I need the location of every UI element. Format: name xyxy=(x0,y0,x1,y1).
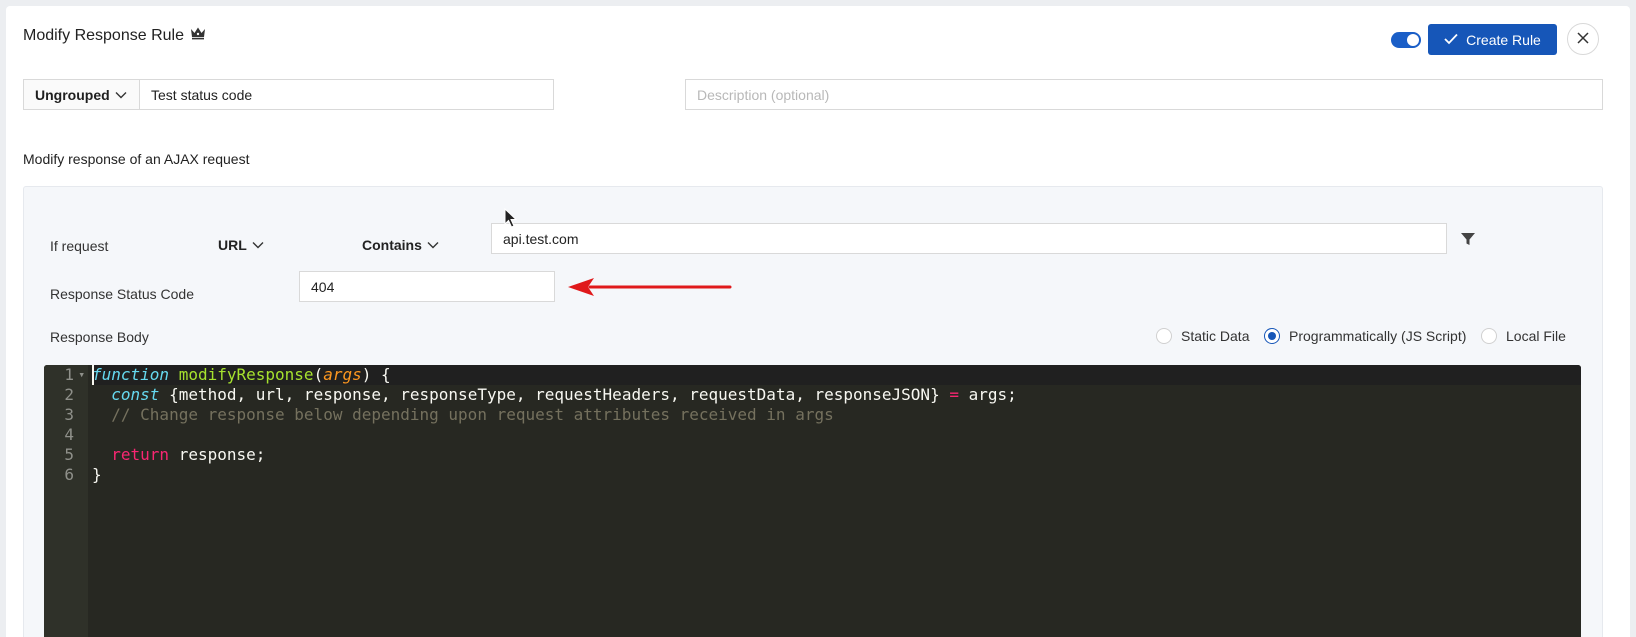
response-status-label: Response Status Code xyxy=(50,286,194,302)
chevron-down-icon xyxy=(115,91,127,99)
line-number: 3 xyxy=(64,405,74,424)
close-button[interactable] xyxy=(1567,23,1599,55)
line-number: 4 xyxy=(64,425,74,444)
line-number: 1 ▾ xyxy=(64,365,85,385)
filter-icon[interactable] xyxy=(1460,231,1476,247)
rule-type-description: Modify response of an AJAX request xyxy=(23,151,250,167)
code-line: } xyxy=(92,465,102,484)
editor-code-area[interactable]: function modifyResponse(args) { const {m… xyxy=(92,365,1581,485)
source-operator-dropdown[interactable]: Contains xyxy=(362,237,439,253)
check-icon xyxy=(1444,32,1458,48)
create-rule-label: Create Rule xyxy=(1466,31,1541,48)
code-editor[interactable]: 1 ▾ 2 3 4 5 6 function modifyResponse(arg… xyxy=(44,365,1581,637)
chevron-down-icon xyxy=(427,241,439,249)
line-number: 5 xyxy=(64,445,74,464)
response-body-label: Response Body xyxy=(50,329,149,345)
line-number: 6 xyxy=(64,465,74,484)
if-request-label: If request xyxy=(50,238,109,254)
text-cursor xyxy=(92,365,94,385)
red-arrow-annotation xyxy=(568,278,732,296)
source-url-input[interactable] xyxy=(491,223,1447,254)
radio-static-data[interactable]: Static Data xyxy=(1156,328,1249,344)
radio-static-data-dot xyxy=(1156,328,1172,344)
source-key-dropdown[interactable]: URL xyxy=(218,237,264,253)
page-title: Modify Response Rule xyxy=(23,26,206,45)
code-line: const {method, url, response, responseTy… xyxy=(111,385,1017,404)
description-input[interactable] xyxy=(685,79,1603,110)
source-key-value: URL xyxy=(218,237,247,253)
crown-icon xyxy=(190,26,206,45)
rule-name-input[interactable] xyxy=(139,79,554,110)
line-number: 2 xyxy=(64,385,74,404)
chevron-down-icon xyxy=(252,241,264,249)
radio-programmatic-label: Programmatically (JS Script) xyxy=(1289,328,1467,344)
radio-static-data-label: Static Data xyxy=(1181,328,1250,344)
page-title-text: Modify Response Rule xyxy=(23,26,184,44)
radio-local-file[interactable]: Local File xyxy=(1481,328,1566,344)
create-rule-button[interactable]: Create Rule xyxy=(1428,24,1557,55)
toggle-knob xyxy=(1407,34,1419,46)
code-line: // Change response below depending upon … xyxy=(111,405,834,424)
group-select[interactable]: Ungrouped xyxy=(23,79,140,110)
source-operator-value: Contains xyxy=(362,237,422,253)
radio-programmatic[interactable]: Programmatically (JS Script) xyxy=(1264,328,1466,344)
rule-status-toggle[interactable] xyxy=(1391,32,1421,48)
code-line: return response; xyxy=(111,445,266,464)
mouse-pointer-icon xyxy=(504,208,518,228)
code-line: function modifyResponse(args) { xyxy=(92,365,1581,385)
group-select-value: Ungrouped xyxy=(35,86,110,103)
close-icon xyxy=(1577,31,1589,47)
radio-local-file-label: Local File xyxy=(1506,328,1566,344)
editor-gutter: 1 ▾ 2 3 4 5 6 xyxy=(44,365,88,637)
radio-programmatic-dot xyxy=(1264,328,1280,344)
fold-arrow-icon[interactable]: ▾ xyxy=(78,365,85,385)
radio-local-file-dot xyxy=(1481,328,1497,344)
response-status-input[interactable] xyxy=(299,271,555,302)
